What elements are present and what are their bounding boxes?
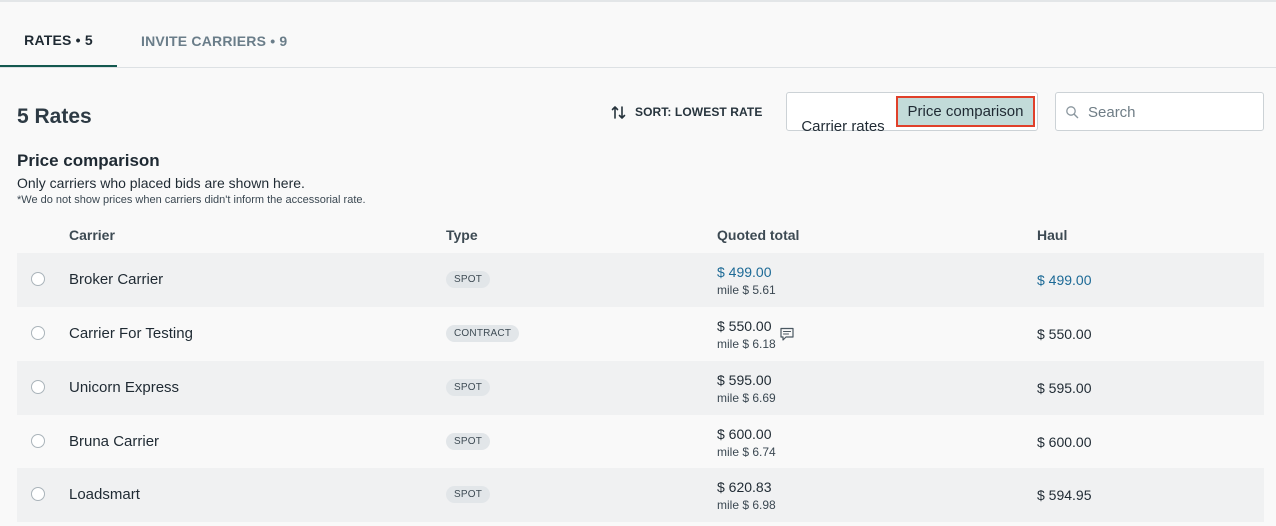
sort-button[interactable]: SORT: LOWEST RATE (611, 101, 762, 123)
haul-value: $ 550.00 (1037, 326, 1092, 342)
carrier-name: Broker Carrier (69, 271, 164, 288)
mile-rate: mile $ 6.69 (717, 391, 776, 405)
haul-link[interactable]: $ 499.00 (1037, 272, 1092, 288)
type-badge: SPOT (446, 433, 491, 450)
top-border (0, 0, 1276, 2)
haul-value: $ 595.00 (1037, 380, 1092, 396)
section-note: *We do not show prices when carriers did… (17, 194, 366, 206)
comment-icon[interactable] (779, 326, 795, 342)
table-row[interactable]: Bruna Carrier SPOT $ 600.00 mile $ 6.74 … (17, 415, 1264, 469)
table-row[interactable]: Loadsmart SPOT $ 620.83 mile $ 6.98 $ 59… (17, 468, 1264, 522)
mile-rate: mile $ 6.98 (717, 498, 776, 512)
price-comparison-toggle[interactable]: Price comparison (896, 96, 1035, 127)
row-select-radio[interactable] (31, 326, 45, 340)
table-header: Carrier Type Quoted total Haul (17, 224, 1264, 254)
tab-rates[interactable]: RATES • 5 (0, 14, 117, 67)
row-select-radio[interactable] (31, 272, 45, 286)
type-badge: SPOT (446, 486, 491, 503)
type-badge: SPOT (446, 379, 491, 396)
search-box (1055, 92, 1264, 131)
section-heading: Price comparison (17, 151, 160, 170)
sort-label: SORT: LOWEST RATE (635, 105, 763, 119)
carrier-name: Unicorn Express (69, 379, 180, 396)
quoted-total-link[interactable]: $ 499.00 (717, 264, 772, 280)
section-subtitle: Only carriers who placed bids are shown … (17, 175, 305, 191)
row-select-radio[interactable] (31, 487, 45, 501)
type-badge: CONTRACT (446, 325, 520, 342)
carrier-rates-toggle[interactable]: Carrier rates (791, 111, 895, 142)
row-select-radio[interactable] (31, 434, 45, 448)
carrier-name: Carrier For Testing (69, 325, 193, 342)
carrier-name: Loadsmart (69, 486, 140, 503)
quoted-total: $ 550.00 (717, 318, 772, 334)
page-title: 5 Rates (17, 105, 92, 128)
quoted-total: $ 620.83 (717, 479, 772, 495)
tab-bar: RATES • 5 INVITE CARRIERS • 9 (0, 14, 1276, 68)
search-icon (1066, 106, 1079, 119)
column-header-quoted-total[interactable]: Quoted total (717, 227, 799, 243)
type-badge: SPOT (446, 271, 491, 288)
haul-value: $ 594.95 (1037, 487, 1092, 503)
table-row[interactable]: Carrier For Testing CONTRACT $ 550.00 mi… (17, 307, 1264, 361)
search-input[interactable] (1088, 101, 1253, 123)
carrier-name: Bruna Carrier (69, 433, 160, 450)
mile-rate: mile $ 6.18 (717, 337, 776, 351)
view-toggle: Carrier rates Price comparison (786, 92, 1038, 135)
column-header-haul[interactable]: Haul (1037, 227, 1067, 243)
quoted-total: $ 600.00 (717, 426, 772, 442)
haul-value: $ 600.00 (1037, 434, 1092, 450)
tab-invite-carriers[interactable]: INVITE CARRIERS • 9 (141, 14, 287, 67)
table-row[interactable]: Unicorn Express SPOT $ 595.00 mile $ 6.6… (17, 361, 1264, 415)
quoted-total: $ 595.00 (717, 372, 772, 388)
mile-rate: mile $ 5.61 (717, 283, 776, 297)
sort-arrows-icon (611, 105, 626, 119)
mile-rate: mile $ 6.74 (717, 445, 776, 459)
column-header-type[interactable]: Type (446, 227, 478, 243)
table-row[interactable]: Broker Carrier SPOT $ 499.00 mile $ 5.61… (17, 253, 1264, 307)
row-select-radio[interactable] (31, 380, 45, 394)
column-header-carrier[interactable]: Carrier (69, 227, 115, 243)
